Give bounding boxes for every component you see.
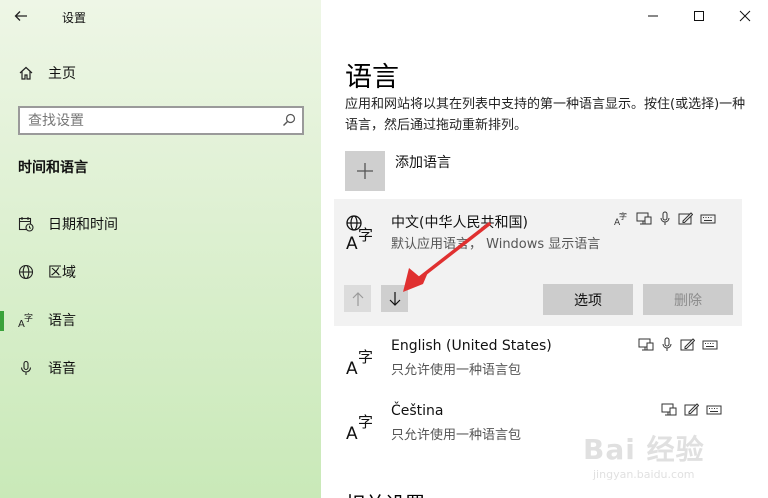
svg-text:字: 字 (358, 348, 373, 366)
handwriting-icon (678, 212, 693, 225)
feature-icons: A字 (614, 211, 716, 226)
navigation-pane: 设置 主页 时间和语言 日期和时间 区域 A字 语言 语音 (0, 0, 321, 498)
language-name: English (United States) (391, 338, 552, 354)
speech-icon (660, 211, 670, 225)
app-title: 设置 (62, 11, 87, 25)
arrow-up-icon (352, 291, 363, 306)
date-time-icon (17, 215, 35, 233)
search-icon[interactable] (282, 112, 296, 131)
nav-item-home[interactable]: 主页 (0, 55, 321, 91)
nav-item-region[interactable]: 区域 (0, 254, 321, 290)
display-icon (638, 338, 654, 351)
nav-item-date-time[interactable]: 日期和时间 (0, 206, 321, 242)
move-down-button[interactable] (381, 285, 408, 312)
nav-item-label: 日期和时间 (48, 217, 118, 233)
move-up-button[interactable] (344, 285, 371, 312)
back-arrow-icon (14, 11, 27, 21)
language-item-chinese[interactable]: A 字 中文(中华人民共和国) 默认应用语言， Windows 显示语言 A字 … (334, 199, 742, 326)
search-box[interactable] (18, 106, 304, 135)
handwriting-icon (680, 338, 695, 351)
language-subtitle: 只允许使用一种语言包 (391, 428, 522, 443)
language-name: Čeština (391, 403, 444, 419)
nav-item-language[interactable]: A字 语言 (0, 302, 321, 338)
maximize-icon (694, 11, 704, 21)
feature-icons (661, 402, 722, 417)
display-icon (636, 212, 652, 225)
nav-item-label: 语言 (48, 313, 76, 329)
page-title: 语言 (345, 62, 399, 93)
section-title: 时间和语言 (18, 160, 88, 176)
keyboard-icon (700, 214, 716, 224)
close-button[interactable] (722, 0, 768, 32)
add-language-label: 添加语言 (395, 155, 451, 171)
minimize-icon (648, 15, 658, 17)
feature-icons (638, 337, 718, 352)
minimize-button[interactable] (630, 0, 676, 32)
handwriting-icon (684, 403, 699, 416)
speech-icon (662, 337, 672, 351)
keyboard-icon (702, 340, 718, 350)
language-icon: A 字 (346, 348, 373, 379)
nav-item-label: 区域 (48, 265, 76, 281)
microphone-icon (17, 359, 35, 377)
language-pack-icon: A字 (614, 211, 627, 226)
related-settings-heading: 相关设置 (345, 488, 425, 498)
search-input[interactable] (20, 108, 260, 133)
language-subtitle: 只允许使用一种语言包 (391, 363, 522, 378)
language-icon: A字 (17, 311, 35, 329)
nav-item-speech[interactable]: 语音 (0, 350, 321, 386)
close-icon (739, 10, 751, 22)
globe-icon (17, 263, 35, 281)
page-description: 应用和网站将以其在列表中支持的第一种语言显示。按住(或选择)一种语言，然后通过拖… (345, 97, 746, 133)
add-language-button[interactable]: 添加语言 (345, 151, 451, 191)
maximize-button[interactable] (676, 0, 722, 32)
back-button[interactable] (14, 8, 38, 28)
svg-text:A: A (346, 424, 358, 444)
keyboard-icon (706, 405, 722, 415)
remove-button[interactable]: 删除 (643, 284, 733, 315)
nav-item-label: 主页 (48, 66, 76, 82)
svg-text:字: 字 (358, 226, 373, 244)
svg-text:A: A (346, 359, 358, 379)
svg-text:字: 字 (619, 211, 627, 221)
options-button[interactable]: 选项 (543, 284, 633, 315)
nav-item-label: 语音 (48, 361, 76, 377)
arrow-down-icon (389, 291, 400, 306)
svg-text:A: A (346, 234, 358, 253)
language-name: 中文(中华人民共和国) (391, 215, 528, 231)
svg-text:字: 字 (24, 312, 33, 324)
plus-icon (345, 151, 385, 191)
language-subtitle: 默认应用语言， Windows 显示语言 (391, 237, 601, 252)
language-icon: A 字 (346, 413, 373, 444)
display-icon (661, 403, 677, 416)
home-icon (17, 64, 35, 82)
language-icon: A 字 (346, 215, 373, 253)
svg-text:字: 字 (358, 413, 373, 431)
language-item-czech[interactable]: A 字 Čeština 只允许使用一种语言包 (334, 395, 742, 451)
content-pane: 语言 应用和网站将以其在列表中支持的第一种语言显示。按住(或选择)一种语言，然后… (321, 0, 768, 498)
language-item-english[interactable]: A 字 English (United States) 只允许使用一种语言包 (334, 330, 742, 386)
